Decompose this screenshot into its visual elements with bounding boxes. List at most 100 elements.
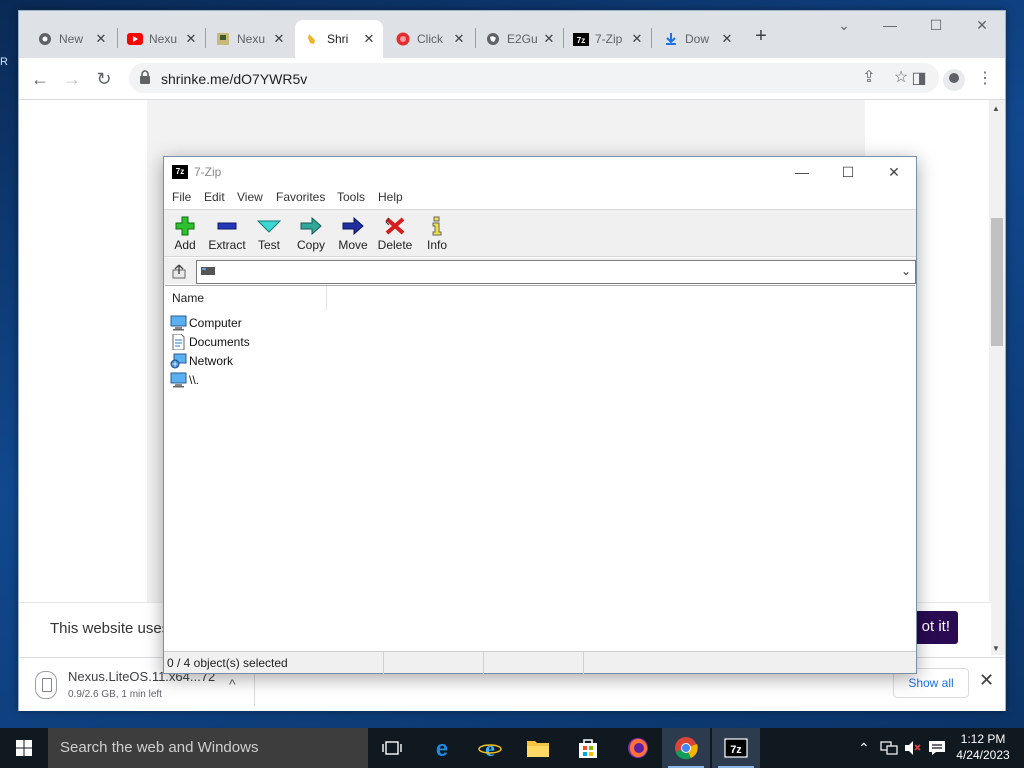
file-explorer-icon[interactable] — [514, 728, 562, 768]
copy-button[interactable]: Copy — [290, 212, 332, 256]
extract-button[interactable]: Extract — [206, 212, 248, 256]
7zip-taskbar-icon[interactable]: 7z — [712, 728, 760, 768]
chevron-up-icon[interactable]: ⌃ — [858, 740, 870, 757]
menu-edit[interactable]: Edit — [204, 190, 225, 204]
window-title: 7-Zip — [194, 165, 222, 179]
side-panel-icon[interactable]: ◨ — [909, 70, 929, 90]
close-window-button[interactable]: ✕ — [959, 11, 1005, 41]
taskbar-search[interactable]: Search the web and Windows — [48, 728, 368, 768]
bookmark-star-icon[interactable]: ☆ — [891, 69, 911, 89]
list-item[interactable]: Documents — [170, 332, 250, 351]
cookie-text: This website uses — [50, 620, 170, 637]
menu-favorites[interactable]: Favorites — [276, 190, 325, 204]
add-button[interactable]: Add — [164, 212, 206, 256]
reload-button[interactable]: ↻ — [91, 67, 117, 93]
network-icon[interactable] — [880, 740, 898, 759]
hand-icon — [305, 31, 321, 47]
tab-1[interactable]: New ✕ — [27, 20, 115, 58]
close-icon[interactable]: ✕ — [719, 31, 735, 47]
menu-view[interactable]: View — [237, 190, 263, 204]
minimize-button[interactable]: — — [867, 11, 913, 41]
7zip-icon: 7z — [573, 31, 589, 47]
internet-explorer-icon[interactable]: e — [466, 728, 514, 768]
svg-text:7z: 7z — [577, 36, 585, 45]
close-icon[interactable]: ✕ — [629, 31, 645, 47]
test-button[interactable]: Test — [248, 212, 290, 256]
taskbar: Search the web and Windows e e 7z ⌃ 1:12… — [0, 728, 1024, 768]
menu-help[interactable]: Help — [378, 190, 403, 204]
tab-label: Shri — [327, 32, 349, 46]
list-item[interactable]: \\. — [170, 370, 199, 389]
scrollbar-thumb[interactable] — [991, 218, 1003, 346]
forward-button[interactable]: → — [59, 67, 85, 93]
firefox-icon[interactable] — [614, 728, 662, 768]
system-clock[interactable]: 1:12 PM 4/24/2023 — [950, 731, 1016, 763]
tab-2[interactable]: Nexu ✕ — [117, 20, 205, 58]
new-tab-button[interactable]: + — [749, 25, 773, 49]
tab-3[interactable]: Nexu ✕ — [205, 20, 293, 58]
cookie-accept-button[interactable]: ot it! — [912, 611, 958, 644]
close-icon[interactable]: ✕ — [271, 31, 287, 47]
edge-icon[interactable]: e — [418, 728, 466, 768]
svg-text:e: e — [485, 736, 495, 760]
tab-search-icon[interactable]: ⌄ — [821, 11, 867, 41]
chrome-taskbar-icon[interactable] — [662, 728, 710, 768]
profile-avatar[interactable] — [943, 69, 965, 91]
info-icon — [432, 216, 442, 236]
item-name: \\. — [189, 372, 200, 387]
file-list: Name Computer Documents Network \\. — [165, 285, 915, 649]
list-item[interactable]: Network — [170, 351, 233, 370]
menu-file[interactable]: File — [172, 190, 191, 204]
close-icon[interactable]: ✕ — [183, 31, 199, 47]
action-center-icon[interactable] — [928, 740, 946, 759]
close-icon[interactable]: ✕ — [979, 670, 994, 691]
volume-muted-icon[interactable] — [904, 740, 922, 759]
task-view-icon[interactable] — [368, 728, 416, 768]
status-bar: 0 / 4 object(s) selected — [164, 651, 916, 674]
lock-icon — [140, 70, 150, 84]
maximize-button[interactable]: ☐ — [828, 161, 868, 183]
status-cell — [484, 652, 584, 674]
list-item[interactable]: Computer — [170, 313, 242, 332]
info-button[interactable]: Info — [416, 212, 458, 256]
tab-6[interactable]: E2Gu ✕ — [475, 20, 563, 58]
folder-up-icon[interactable] — [170, 262, 188, 280]
delete-button[interactable]: Delete — [374, 212, 416, 256]
tab-8[interactable]: Dow ✕ — [653, 20, 741, 58]
close-icon[interactable]: ✕ — [93, 31, 109, 47]
check-down-icon — [257, 220, 281, 233]
chevron-down-icon[interactable]: ⌄ — [901, 264, 911, 278]
tab-7[interactable]: 7z 7-Zip ✕ — [563, 20, 651, 58]
tab-4-active[interactable]: Shri ✕ — [295, 20, 383, 58]
back-button[interactable]: ← — [27, 67, 53, 93]
close-window-button[interactable]: ✕ — [874, 161, 914, 183]
browser-toolbar: ← → ↻ shrinke.me/dO7YWR5v ⇪ ☆ ◨ ⋮ — [19, 58, 1005, 100]
close-icon[interactable]: ✕ — [451, 31, 467, 47]
extract-label: Extract — [208, 238, 246, 252]
maximize-button[interactable]: ☐ — [913, 11, 959, 41]
download-icon — [663, 31, 679, 47]
chevron-up-icon[interactable]: ^ — [229, 676, 236, 692]
tab-strip: New ✕ Nexu ✕ Nexu ✕ Shri ✕ Click ✕ E2Gu … — [19, 11, 1005, 58]
document-icon — [172, 333, 185, 350]
plus-icon — [175, 216, 195, 236]
menu-icon[interactable]: ⋮ — [975, 70, 995, 90]
page-scrollbar[interactable]: ▲ ▼ — [989, 100, 1005, 655]
menu-tools[interactable]: Tools — [337, 190, 365, 204]
7zip-toolbar: Add Extract Test Copy Move Delete Info — [164, 209, 916, 257]
tab-5[interactable]: Click ✕ — [385, 20, 473, 58]
svg-text:7z: 7z — [730, 744, 742, 756]
column-header-name[interactable]: Name — [165, 286, 327, 310]
path-combobox[interactable]: ⌄ — [196, 260, 916, 284]
start-button[interactable] — [0, 728, 48, 768]
close-icon[interactable]: ✕ — [541, 31, 557, 47]
address-bar[interactable]: shrinke.me/dO7YWR5v ⇪ ☆ — [129, 63, 939, 93]
item-name: Computer — [189, 315, 242, 330]
share-icon[interactable]: ⇪ — [859, 69, 879, 89]
store-icon[interactable] — [564, 728, 612, 768]
move-button[interactable]: Move — [332, 212, 374, 256]
windows-logo-icon — [16, 740, 32, 756]
minimize-button[interactable]: — — [782, 161, 822, 183]
item-name: Documents — [189, 334, 250, 349]
close-icon[interactable]: ✕ — [361, 31, 377, 47]
